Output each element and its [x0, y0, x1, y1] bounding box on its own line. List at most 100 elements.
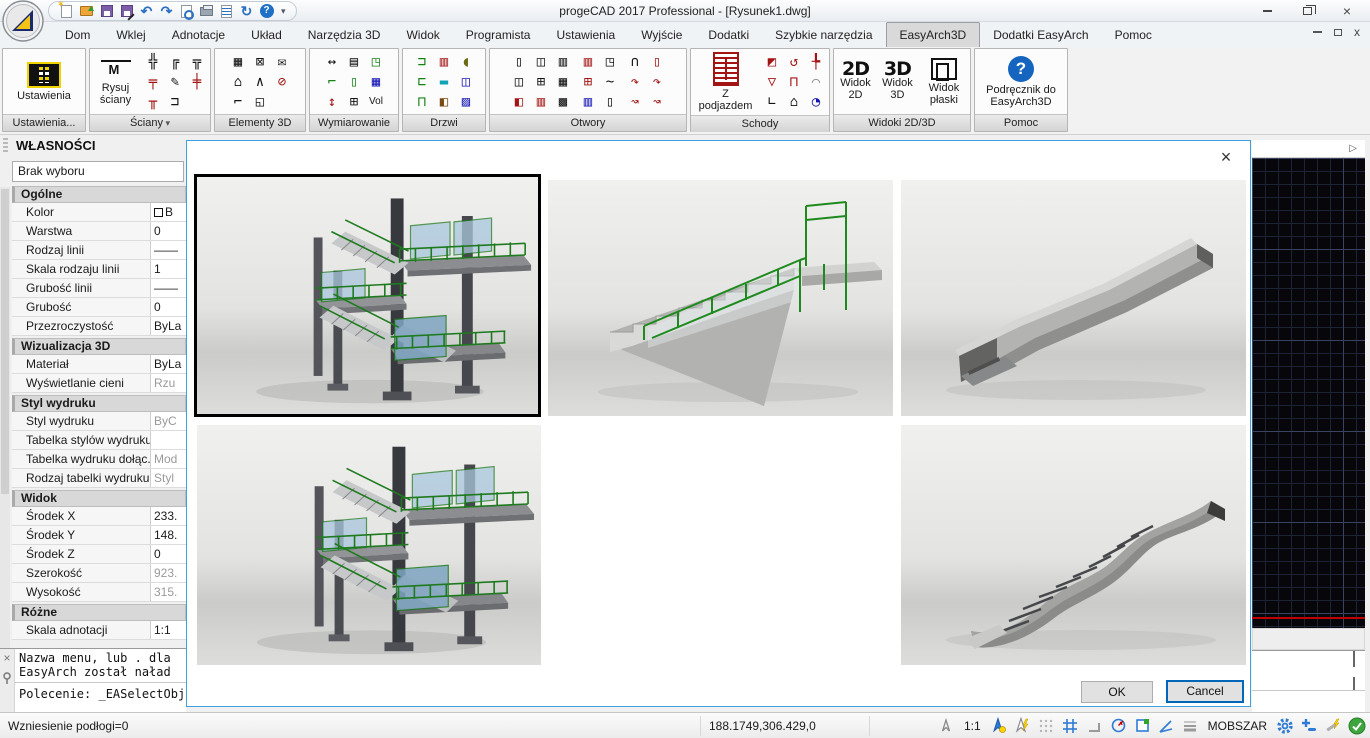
prop-row-przezroczystosc[interactable]: Przezroczystość ByLa [12, 317, 186, 336]
window-icon-7[interactable]: ◧ [509, 92, 529, 111]
prop-row-wysokosc[interactable]: Wysokość 315. [12, 583, 186, 602]
widok-2d-button[interactable]: 2D Widok 2D [837, 62, 874, 102]
widok-3d-button[interactable]: 3D Widok 3D [879, 62, 916, 102]
stair-preview-tower-selected[interactable] [194, 174, 541, 417]
wall-tool-icon-4[interactable]: ╤ [143, 72, 163, 91]
stair-icon-9[interactable]: ◔ [806, 93, 826, 112]
section-styl-wydruku[interactable]: Styl wydruku [12, 395, 186, 412]
opening-icon-4[interactable]: ~ [600, 72, 620, 91]
annotation-scale-label[interactable]: 1:1 [961, 719, 984, 733]
command-close-icon[interactable]: × [3, 652, 10, 664]
door-icon-3[interactable]: ◖ [456, 52, 476, 71]
section-widok[interactable]: Widok [12, 490, 186, 507]
arch-icon-1[interactable]: ∩ [625, 52, 645, 71]
group-label-otwory[interactable]: Otwory [490, 114, 686, 131]
snap-grid-dots-icon[interactable] [1037, 716, 1056, 735]
door-icon-2[interactable]: ▥ [434, 52, 454, 71]
widok-plaski-button[interactable]: Widok płaski [921, 57, 967, 107]
stair-preview-tower-alt[interactable] [197, 425, 541, 665]
drawing-canvas[interactable] [1252, 158, 1365, 628]
grid-display-icon[interactable] [1061, 716, 1080, 735]
tab-dodatki-easyarch[interactable]: Dodatki EasyArch [980, 23, 1101, 47]
section-rozne[interactable]: Różne [12, 604, 186, 621]
esnap-scale-icon[interactable] [937, 716, 956, 735]
esnap-active-icon[interactable] [989, 716, 1008, 735]
esnap-lightning-icon[interactable] [1013, 716, 1032, 735]
tab-widok[interactable]: Widok [393, 23, 452, 47]
tab-wyjscie[interactable]: Wyjście [628, 23, 695, 47]
settings-gear-icon[interactable] [1275, 716, 1294, 735]
close-button[interactable]: × [1336, 2, 1358, 20]
opening-icon-1[interactable]: ▥ [578, 52, 598, 71]
wall-tool-icon-1[interactable]: ╬ [143, 52, 163, 71]
canvas-horizontal-scrollbar[interactable] [1252, 628, 1365, 650]
group-label-elementy-3d[interactable]: Elementy 3D [215, 114, 305, 131]
canvas-tab-scroll-icon[interactable]: ▷ [1349, 143, 1357, 154]
arch-icon-5[interactable]: ↝ [625, 92, 645, 111]
prop-row-szerokosc[interactable]: Szerokość 923. [12, 564, 186, 583]
wall-edit-pencil-icon[interactable]: ✎ [165, 72, 185, 91]
arch-icon-2[interactable]: ▯ [647, 52, 667, 71]
dim-icon-2[interactable]: ▤ [344, 52, 364, 71]
lineweight-icon[interactable] [1181, 716, 1200, 735]
dim-icon-8[interactable]: ⊞ [344, 92, 364, 111]
arch-icon-3[interactable]: ↷ [625, 72, 645, 91]
window-icon-6[interactable]: ▦ [553, 72, 573, 91]
arch-icon-4[interactable]: ↷ [647, 72, 667, 91]
wall-tool-icon-6[interactable]: ╪ [187, 72, 207, 91]
element3d-icon-1[interactable]: ▦ [228, 52, 248, 71]
doc-minimize-icon[interactable] [1313, 31, 1322, 33]
restore-button[interactable] [1296, 2, 1318, 20]
prop-row-rodzaj-tabelki[interactable]: Rodzaj tabelki wydruku Styl [12, 469, 186, 488]
dim-icon-6[interactable]: ▦ [366, 72, 386, 91]
section-wizualizacja-3d[interactable]: Wizualizacja 3D [12, 338, 186, 355]
command-prompt[interactable]: Polecenie: _EASelectObj [19, 687, 186, 701]
prop-row-skala-rodzaju-linii[interactable]: Skala rodzaju linii 1 [12, 260, 186, 279]
group-label-pomoc[interactable]: Pomoc [975, 114, 1067, 131]
element3d-icon-6[interactable]: ⊘ [272, 72, 292, 91]
stair-icon-3[interactable]: ╄ [806, 53, 826, 72]
opening-icon-5[interactable]: ▥ [578, 92, 598, 111]
tab-ustawienia[interactable]: Ustawienia [543, 23, 628, 47]
wall-tool-icon-3[interactable]: ╦ [187, 52, 207, 71]
prop-row-styl-wydruku[interactable]: Styl wydruku ByC [12, 412, 186, 431]
window-icon-5[interactable]: ⊞ [531, 72, 551, 91]
doc-restore-icon[interactable] [1334, 29, 1342, 36]
wall-tool-icon-7[interactable]: ╥ [143, 92, 163, 111]
tab-adnotacje[interactable]: Adnotacje [159, 23, 238, 47]
door-icon-9[interactable]: ▨ [456, 92, 476, 111]
window-icon-2[interactable]: ◫ [531, 52, 551, 71]
window-icon-8[interactable]: ▥ [531, 92, 551, 111]
group-label-schody[interactable]: Schody [691, 115, 829, 132]
group-label-ustawienia[interactable]: Ustawienia... [3, 114, 85, 131]
ortho-mode-icon[interactable] [1085, 716, 1104, 735]
window-icon-3[interactable]: ▥ [553, 52, 573, 71]
dim-icon-5[interactable]: ▯ [344, 72, 364, 91]
group-label-sciany[interactable]: Ściany [90, 114, 210, 131]
quick-plus-icon[interactable] [1299, 716, 1318, 735]
wall-tool-icon-2[interactable]: ╔ [165, 52, 185, 71]
quickdraw-lightning-icon[interactable] [1323, 716, 1342, 735]
tab-szybkie-narzedzia[interactable]: Szybkie narzędzia [762, 23, 885, 47]
stair-icon-8[interactable]: ⌂ [784, 93, 804, 112]
door-icon-6[interactable]: ◫ [456, 72, 476, 91]
door-icon-7[interactable]: ⊓ [412, 92, 432, 111]
command-pin-icon[interactable] [2, 672, 12, 684]
tab-narzedzia-3d[interactable]: Narzędzia 3D [295, 23, 394, 47]
window-icon-1[interactable]: ▯ [509, 52, 529, 71]
stair-preview-enclosed-ramp[interactable] [901, 180, 1246, 416]
podrecznik-button[interactable]: ? Podręcznik do EasyArch3D [978, 55, 1064, 109]
stair-icon-7[interactable]: ∟ [762, 93, 782, 112]
tab-dom[interactable]: Dom [52, 23, 103, 47]
app-logo-icon[interactable] [2, 0, 44, 42]
prop-row-warstwa[interactable]: Warstwa 0 [12, 222, 186, 241]
tab-pomoc[interactable]: Pomoc [1102, 23, 1165, 47]
object-tracking-icon[interactable] [1157, 716, 1176, 735]
door-icon-8[interactable]: ◧ [434, 92, 454, 111]
group-label-widoki[interactable]: Widoki 2D/3D [834, 114, 970, 131]
dim-icon-7[interactable]: ↕ [322, 92, 342, 111]
prop-row-srodek-x[interactable]: Środek X 233. [12, 507, 186, 526]
ok-button[interactable]: OK [1081, 681, 1153, 703]
object-snap-icon[interactable] [1133, 716, 1152, 735]
opening-icon-2[interactable]: ◳ [600, 52, 620, 71]
